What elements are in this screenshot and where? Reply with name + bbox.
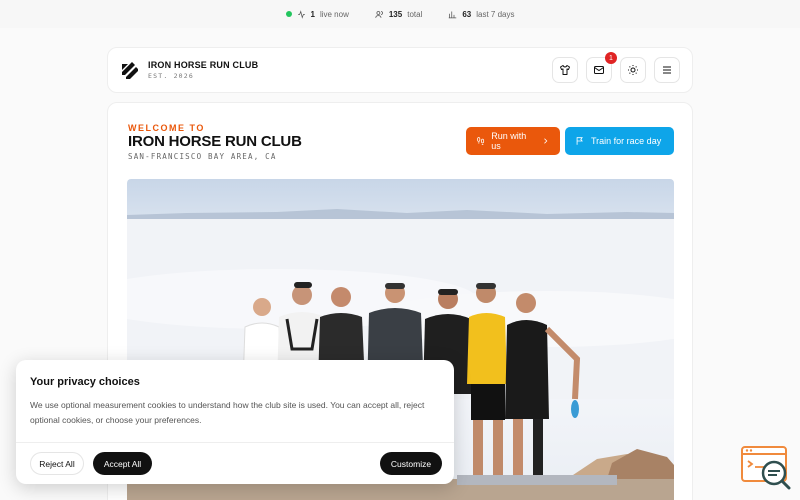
page-title: IRON HORSE RUN CLUB bbox=[128, 133, 302, 150]
club-logo-icon[interactable] bbox=[120, 60, 140, 80]
support-chat-icon[interactable] bbox=[740, 444, 792, 490]
stat-week: 63 last 7 days bbox=[448, 9, 515, 19]
live-dot-icon bbox=[285, 11, 292, 17]
stat-total: 135 total bbox=[375, 10, 422, 19]
shop-button[interactable] bbox=[552, 57, 578, 83]
flag-icon bbox=[576, 137, 583, 145]
theme-toggle-button[interactable] bbox=[620, 57, 646, 83]
run-with-us-button[interactable]: Run with us bbox=[466, 127, 560, 155]
bar-chart-icon bbox=[449, 11, 457, 18]
week-count: 63 bbox=[462, 9, 472, 19]
accept-all-button[interactable]: Accept All bbox=[93, 452, 152, 475]
total-label: total bbox=[407, 9, 423, 19]
stat-live: 1 live now bbox=[285, 9, 349, 19]
shirt-icon bbox=[560, 65, 570, 75]
activity-icon bbox=[297, 9, 305, 19]
privacy-title: Your privacy choices bbox=[30, 376, 140, 388]
brand-est: EST. 2026 bbox=[148, 72, 195, 80]
run-with-us-label: Run with us bbox=[491, 131, 527, 151]
train-for-race-day-button[interactable]: Train for race day bbox=[565, 127, 674, 155]
week-label: last 7 days bbox=[476, 9, 515, 19]
welcome-label: WELCOME TO bbox=[128, 123, 205, 133]
mail-icon bbox=[594, 66, 604, 74]
brand[interactable]: IRON HORSE RUN CLUB EST. 2026 bbox=[148, 60, 258, 80]
chevron-right-icon bbox=[543, 138, 548, 144]
location-label: SAN-FRANCISCO BAY AREA, CA bbox=[128, 152, 277, 161]
total-count: 135 bbox=[388, 9, 403, 19]
menu-icon bbox=[663, 66, 671, 74]
live-count: 1 bbox=[310, 9, 315, 19]
stats-bar: 1 live now 135 total 63 last 7 days bbox=[0, 0, 800, 28]
menu-button[interactable] bbox=[654, 57, 680, 83]
brand-name: IRON HORSE RUN CLUB bbox=[148, 60, 259, 70]
live-label: live now bbox=[319, 9, 349, 19]
messages-button[interactable]: 1 bbox=[586, 52, 617, 83]
privacy-dialog: Your privacy choices We use optional mea… bbox=[16, 360, 454, 484]
notification-badge: 1 bbox=[605, 52, 617, 64]
train-for-race-day-label: Train for race day bbox=[591, 136, 662, 146]
customize-button[interactable]: Customize bbox=[380, 452, 442, 475]
users-icon bbox=[375, 10, 383, 18]
sun-icon bbox=[628, 65, 638, 75]
footprints-icon bbox=[477, 137, 485, 145]
reject-all-button[interactable]: Reject All bbox=[30, 452, 84, 475]
privacy-divider bbox=[16, 442, 454, 443]
site-header: IRON HORSE RUN CLUB EST. 2026 1 bbox=[107, 47, 693, 93]
privacy-body: We use optional measurement cookies to u… bbox=[30, 400, 425, 425]
